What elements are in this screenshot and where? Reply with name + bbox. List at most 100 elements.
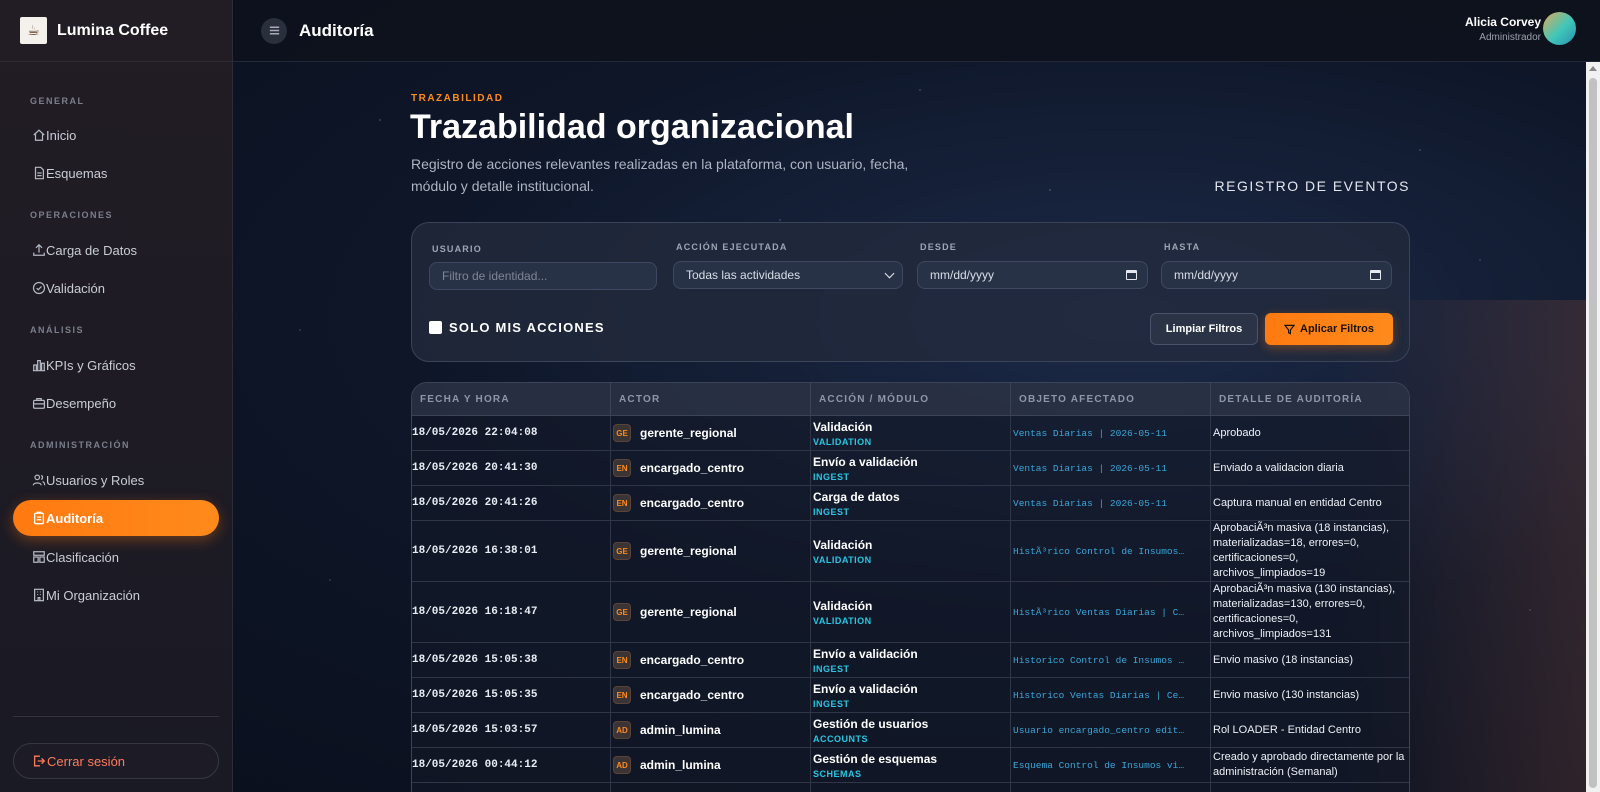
cell-date: 18/05/2026 15:03:57: [412, 713, 611, 747]
menu-toggle-button[interactable]: [261, 17, 287, 44]
actor-badge: GE: [613, 603, 631, 621]
cell-detail: Envio masivo (130 instancias): [1213, 688, 1360, 701]
audit-table: FECHA Y HORA ACTOR ACCIÓN / MÓDULO OBJET…: [411, 382, 1410, 792]
column-header-detail[interactable]: DETALLE DE AUDITORÍA: [1211, 383, 1409, 416]
sidebar-item-label: Carga de Datos: [46, 242, 138, 258]
nav-section-analisis: ANÁLISIS: [30, 325, 85, 335]
column-header-actor[interactable]: ACTOR: [611, 383, 811, 416]
clear-filters-button[interactable]: Limpiar Filtros: [1150, 313, 1258, 345]
cell-object[interactable]: Historico Ventas Diarias | Ce…: [1011, 678, 1211, 712]
page-title: Trazabilidad organizacional: [410, 108, 854, 146]
logout-button[interactable]: Cerrar sesión: [13, 743, 219, 779]
sidebar-item-label: Auditoría: [46, 510, 104, 526]
cell-date: 18/05/2026 22:04:08: [412, 416, 611, 450]
actor-badge: EN: [613, 651, 631, 669]
cell-object[interactable]: Ventas Diarias | 2026-05-11: [1011, 451, 1211, 485]
cell-action: Envío a validación INGEST: [811, 643, 1011, 677]
cell-object[interactable]: Ventas Diarias | 2026-05-11: [1011, 416, 1211, 450]
table-row[interactable]: 18/05/2026 16:38:01 GE gerente_regional Val…: [412, 521, 1409, 582]
table-row[interactable]: Gestión de esquemas Aprobacion de esquema…: [412, 783, 1409, 792]
cell-action: Validación VALIDATION: [811, 521, 1011, 581]
layout-icon: [31, 550, 46, 565]
actor-badge: AD: [613, 756, 631, 774]
table-row[interactable]: 18/05/2026 15:03:57 AD admin_lumina Gestión…: [412, 713, 1409, 748]
user-name: Alicia Corvey: [1464, 14, 1541, 29]
sidebar-item-label: Validación: [46, 280, 106, 296]
table-header: FECHA Y HORA ACTOR ACCIÓN / MÓDULO OBJET…: [412, 383, 1409, 416]
action-filter-label: ACCIÓN EJECUTADA: [676, 242, 788, 252]
cell-action: Gestión de esquemas SCHEMAS: [811, 748, 1011, 782]
sidebar-item-clasificacion[interactable]: Clasificación: [13, 539, 219, 575]
sidebar-item-auditoria[interactable]: Auditoría: [13, 500, 219, 536]
scroll-up-icon[interactable]: [1589, 66, 1597, 71]
sidebar-item-kpis-y-graficos[interactable]: KPIs y Gráficos: [13, 347, 219, 383]
calendar-icon[interactable]: [1126, 270, 1137, 280]
action-name: Carga de datos: [813, 489, 900, 504]
actor-name: encargado_centro: [640, 688, 745, 702]
top-bar: Auditoría Alicia Corvey Administrador: [233, 0, 1600, 62]
actor-badge: EN: [613, 494, 631, 512]
sidebar-item-mi-organizacion[interactable]: Mi Organización: [13, 577, 219, 613]
column-header-object[interactable]: OBJETO AFECTADO: [1011, 383, 1211, 416]
sidebar-item-usuarios-y-roles[interactable]: Usuarios y Roles: [13, 462, 219, 498]
table-row[interactable]: 18/05/2026 16:18:47 GE gerente_regional Val…: [412, 582, 1409, 643]
avatar[interactable]: [1543, 12, 1576, 45]
cell-object[interactable]: HistÃ³rico Ventas Diarias | C…: [1011, 582, 1211, 642]
actor-name: encargado_centro: [640, 461, 745, 475]
cell-object[interactable]: Esquema Control de Insumos vi…: [1011, 748, 1211, 782]
table-row[interactable]: 18/05/2026 00:44:12 AD admin_lumina Gestión…: [412, 748, 1409, 783]
action-name: Validación: [813, 537, 873, 552]
sidebar-item-label: Desempeño: [46, 395, 117, 411]
sidebar: ☕ Lumina Coffee GENERAL Inicio Esquemas …: [0, 0, 233, 792]
user-menu[interactable]: Alicia Corvey Administrador: [1465, 12, 1576, 45]
only-mine-toggle[interactable]: SOLO MIS ACCIONES: [429, 320, 605, 335]
nav-section-administracion: ADMINISTRACIÓN: [30, 440, 130, 450]
cell-action: Validación VALIDATION: [811, 582, 1011, 642]
column-header-date[interactable]: FECHA Y HORA: [412, 383, 611, 416]
from-date-label: DESDE: [920, 242, 958, 252]
action-name: Gestión de esquemas: [813, 751, 938, 766]
table-row[interactable]: 18/05/2026 20:41:30 EN encargado_centro Env…: [412, 451, 1409, 486]
calendar-icon[interactable]: [1370, 270, 1381, 280]
brand-name: Lumina Coffee: [57, 21, 169, 39]
cell-date: 18/05/2026 00:44:12: [412, 748, 611, 782]
sidebar-item-esquemas[interactable]: Esquemas: [13, 155, 219, 191]
action-select[interactable]: Todas las actividades: [673, 261, 903, 289]
sidebar-item-inicio[interactable]: Inicio: [13, 117, 219, 153]
clipboard-icon: [31, 511, 46, 526]
table-row[interactable]: 18/05/2026 15:05:38 EN encargado_centro Env…: [412, 643, 1409, 678]
brand[interactable]: ☕ Lumina Coffee: [0, 0, 232, 62]
user-filter-input[interactable]: Filtro de identidad...: [429, 262, 657, 290]
cell-date: 18/05/2026 16:18:47: [412, 582, 611, 642]
sidebar-item-validacion[interactable]: Validación: [13, 270, 219, 306]
column-header-action[interactable]: ACCIÓN / MÓDULO: [811, 383, 1011, 416]
user-filter-label: USUARIO: [432, 244, 482, 254]
from-date-input[interactable]: mm/dd/yyyy: [917, 261, 1148, 289]
scroll-thumb[interactable]: [1589, 78, 1597, 788]
table-row[interactable]: 18/05/2026 15:05:35 EN encargado_centro Env…: [412, 678, 1409, 713]
only-mine-checkbox[interactable]: [429, 321, 442, 334]
cell-object[interactable]: Usuario encargado_centro edit…: [1011, 713, 1211, 747]
cell-actor: AD admin_lumina: [611, 713, 811, 747]
to-date-value: mm/dd/yyyy: [1174, 268, 1239, 282]
actor-name: encargado_centro: [640, 653, 745, 667]
cell-object[interactable]: Ventas Diarias | 2026-05-11: [1011, 486, 1211, 520]
sidebar-item-carga-de-datos[interactable]: Carga de Datos: [13, 232, 219, 268]
cell-detail: AprobaciÃ³n masiva (130 instancias), mat…: [1213, 583, 1396, 640]
filters-panel: USUARIO Filtro de identidad... ACCIÓN EJ…: [411, 222, 1410, 362]
apply-filters-label: Aplicar Filtros: [1300, 323, 1374, 335]
cell-object[interactable]: [1011, 783, 1211, 792]
actor-name: encargado_centro: [640, 496, 745, 510]
sidebar-item-desempeno[interactable]: Desempeño: [13, 385, 219, 421]
cell-detail: Envio masivo (18 instancias): [1213, 653, 1354, 666]
table-row[interactable]: 18/05/2026 22:04:08 GE gerente_regional Val…: [412, 416, 1409, 451]
cell-action: Envío a validación INGEST: [811, 451, 1011, 485]
cell-actor: AD admin_lumina: [611, 748, 811, 782]
apply-filters-button[interactable]: Aplicar Filtros: [1265, 313, 1393, 345]
cell-date: 18/05/2026 20:41:26: [412, 486, 611, 520]
table-row[interactable]: 18/05/2026 20:41:26 EN encargado_centro Car…: [412, 486, 1409, 521]
page-scrollbar[interactable]: [1586, 62, 1600, 792]
cell-object[interactable]: HistÃ³rico Control de Insumos…: [1011, 521, 1211, 581]
to-date-input[interactable]: mm/dd/yyyy: [1161, 261, 1392, 289]
cell-object[interactable]: Historico Control de Insumos …: [1011, 643, 1211, 677]
